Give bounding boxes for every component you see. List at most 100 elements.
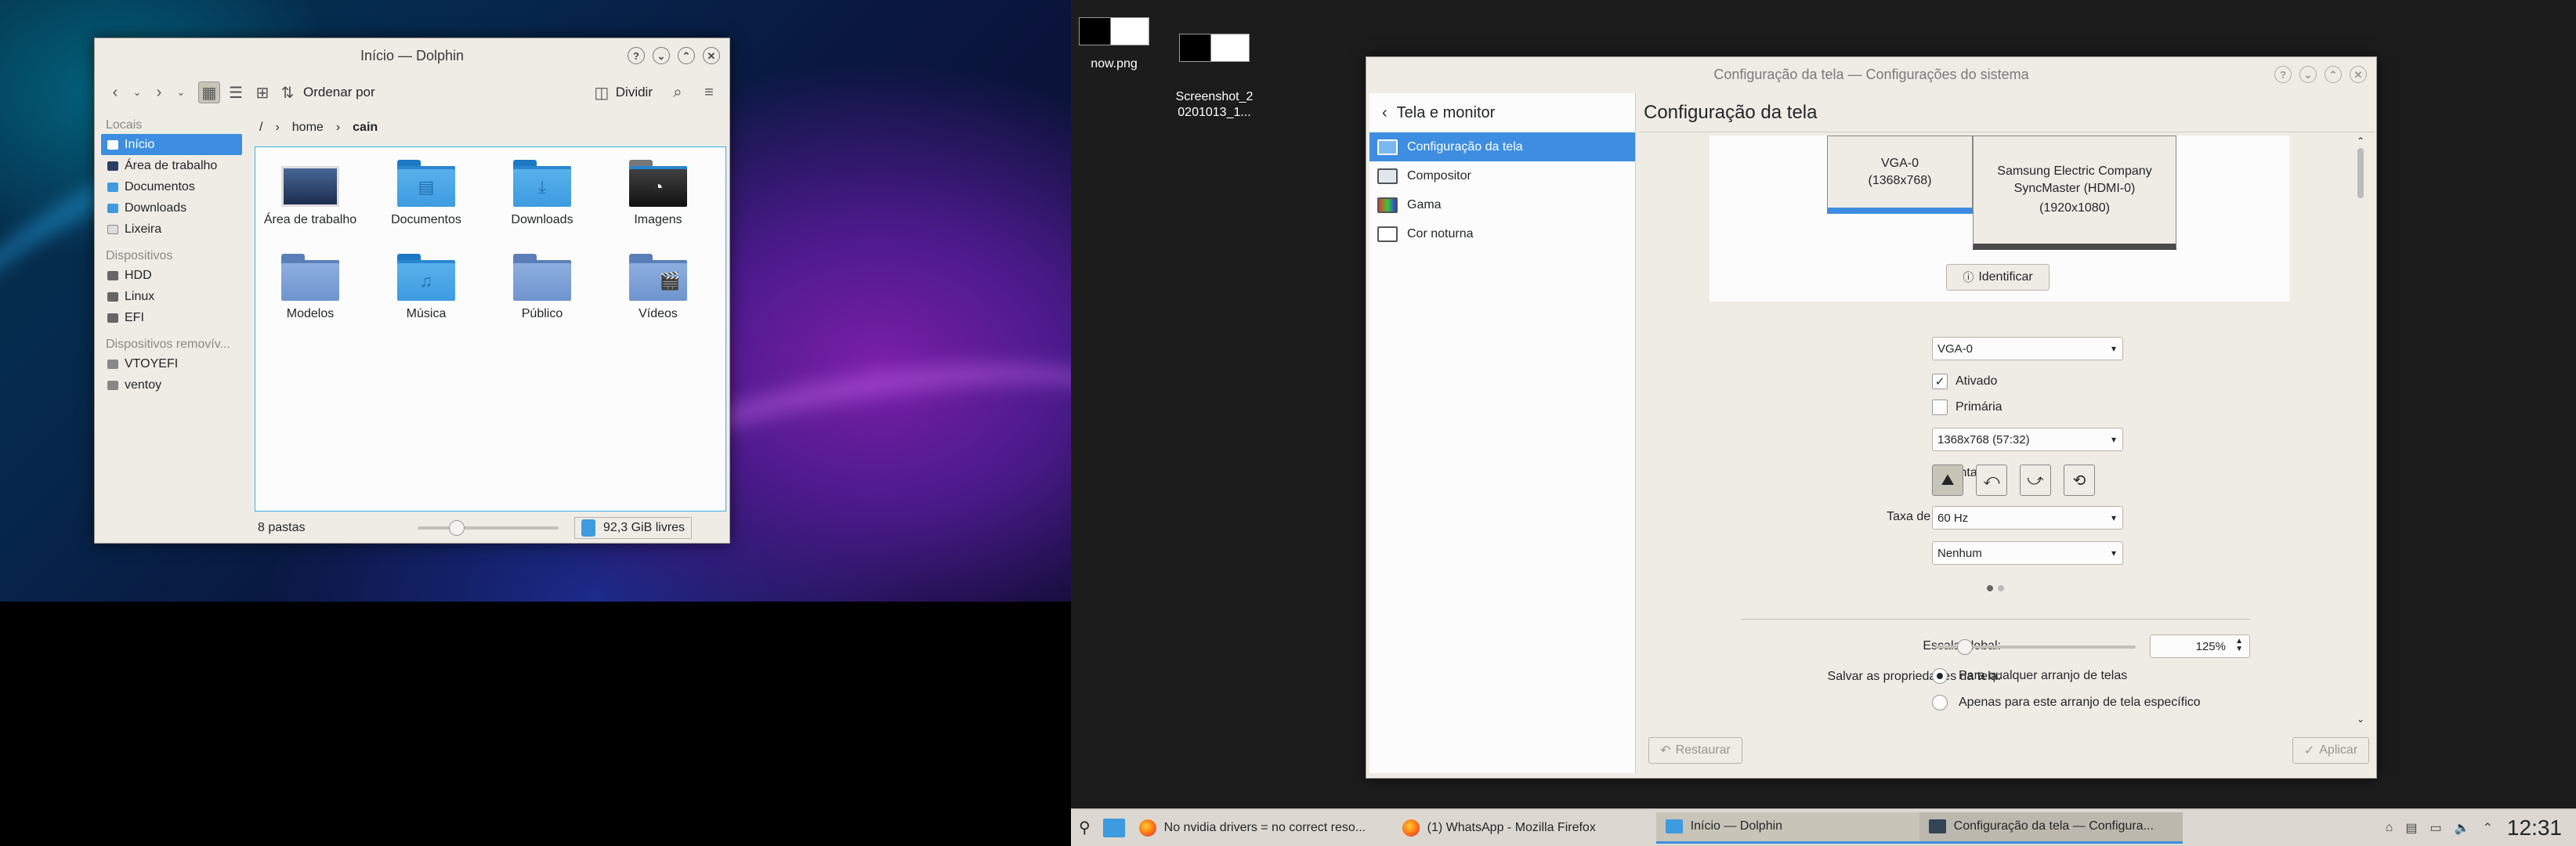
maximize-icon[interactable]: ⌃	[678, 47, 695, 64]
content-scrollbar[interactable]: ⌃ ⌄	[2355, 136, 2366, 725]
sidebar-item-compositor[interactable]: Compositor	[1369, 161, 1635, 190]
minimize-icon[interactable]: ⌄	[653, 47, 670, 64]
sidebar-item-vtoyefi[interactable]: VTOYEFI	[101, 353, 242, 374]
sidebar-item-desktop[interactable]: Área de trabalho	[101, 155, 242, 176]
sidebar-item-label: Compositor	[1407, 168, 1471, 183]
file-item-desktop[interactable]: Área de trabalho	[255, 160, 365, 227]
sidebar-item-trash[interactable]: Lixeira	[101, 219, 242, 240]
search-icon[interactable]: ⌕	[667, 81, 689, 103]
apply-button[interactable]: ✓ Aplicar	[2292, 737, 2369, 764]
help-icon[interactable]: ?	[2274, 66, 2292, 83]
save-option-specific[interactable]: Apenas para este arranjo de tela específ…	[1932, 695, 2201, 710]
sort-button[interactable]: Ordenar por	[303, 85, 375, 100]
sidebar-item-efi[interactable]: EFI	[101, 307, 242, 328]
tray-expand-icon[interactable]: ⌃	[2483, 820, 2493, 836]
task-settings[interactable]: Configuração da tela — Configura...	[1919, 812, 2183, 844]
breadcrumb-current[interactable]: cain	[353, 121, 378, 135]
split-icon[interactable]: ◫	[591, 81, 613, 103]
breadcrumb-root[interactable]: /	[259, 121, 262, 135]
upside-down-icon[interactable]: ⟲	[2064, 465, 2095, 496]
restore-button[interactable]: ↶ Restaurar	[1648, 737, 1742, 764]
refresh-combo[interactable]: 60 Hz ▾	[1932, 506, 2123, 530]
sidebar-item-hdd[interactable]: HDD	[101, 265, 242, 286]
spin-arrows-icon[interactable]: ▲ ▼	[2235, 638, 2243, 653]
details-view-icon[interactable]: ☰	[225, 81, 247, 103]
scale-slider[interactable]	[1935, 639, 2136, 655]
monitor-vga[interactable]: VGA-0 (1368x768)	[1827, 136, 1973, 214]
desktop-file-screenshot[interactable]: Screenshot_2 0201013_1...	[1171, 17, 1257, 138]
clock[interactable]: 12:31	[2502, 815, 2576, 841]
display-icon[interactable]: ▭	[2429, 820, 2441, 836]
app-launcher-icon[interactable]: ⚲	[1071, 812, 1098, 844]
folder-icon	[281, 254, 339, 301]
file-item-videos[interactable]: 🎬 Vídeos	[603, 254, 713, 321]
chevron-down-icon[interactable]: ⌄	[2355, 714, 2366, 725]
chevron-down-icon[interactable]: ⌄	[170, 81, 192, 103]
save-option-any[interactable]: Para qualquer arranjo de telas	[1932, 668, 2127, 684]
compact-view-icon[interactable]: ⊞	[251, 81, 273, 103]
free-space-label: 92,3 GiB livres	[603, 521, 686, 534]
documents-folder-icon: ▤	[397, 160, 455, 207]
sidebar-item-ventoy[interactable]: ventoy	[101, 374, 242, 396]
minimize-icon[interactable]: ⌄	[2299, 66, 2317, 83]
zoom-slider-handle[interactable]	[449, 520, 465, 536]
sidebar-item-night-color[interactable]: Cor noturna	[1369, 219, 1635, 248]
breadcrumb-home[interactable]: home	[292, 121, 324, 135]
menu-icon[interactable]: ≡	[698, 81, 720, 103]
file-item-public[interactable]: Público	[487, 254, 597, 321]
identify-button[interactable]: ⓘ Identificar	[1946, 264, 2050, 291]
forward-icon[interactable]: ›	[148, 81, 170, 103]
replica-combo[interactable]: Nenhum ▾	[1932, 541, 2123, 565]
volume-icon[interactable]: 🔈	[2455, 820, 2470, 836]
sort-icon[interactable]: ⇅	[277, 81, 298, 103]
enabled-checkbox[interactable]: ✓ Ativado	[1932, 374, 1997, 389]
checkbox-label: Primária	[1956, 400, 2003, 414]
dolphin-titlebar[interactable]: Início — Dolphin ? ⌄ ⌃ ✕	[95, 38, 729, 73]
scale-slider-handle[interactable]	[1957, 639, 1973, 655]
sidebar-item-home[interactable]: Início	[101, 134, 242, 155]
file-item-music[interactable]: ♫ Música	[371, 254, 481, 321]
clipboard-icon[interactable]: ▤	[2405, 820, 2417, 836]
sidebar-item-gamma[interactable]: Gama	[1369, 190, 1635, 219]
dot-icon[interactable]	[1987, 585, 1993, 591]
settings-titlebar[interactable]: Configuração da tela — Configurações do …	[1366, 57, 2376, 92]
chevron-down-icon[interactable]: ⌄	[126, 81, 148, 103]
screen-arrangement[interactable]: VGA-0 (1368x768) Samsung Electric Compan…	[1709, 136, 2289, 302]
chevron-up-icon[interactable]: ⌃	[2355, 136, 2366, 146]
file-item-documents[interactable]: ▤ Documentos	[371, 160, 481, 227]
desktop-file-now[interactable]: now.png	[1071, 17, 1157, 73]
monitor-hdmi[interactable]: Samsung Electric Company SyncMaster (HDM…	[1973, 136, 2176, 250]
resolution-combo[interactable]: 1368x768 (57:32) ▾	[1932, 428, 2123, 451]
file-item-downloads[interactable]: ⤓ Downloads	[487, 160, 597, 227]
file-item-images[interactable]: ◔ Imagens	[603, 160, 713, 227]
device-combo[interactable]: VGA-0 ▾	[1932, 337, 2123, 360]
icons-view-icon[interactable]: ▦	[198, 81, 220, 103]
task-firefox-whatsapp[interactable]: (1) WhatsApp - Mozilla Firefox	[1393, 812, 1656, 844]
sidebar-item-linux[interactable]: Linux	[101, 286, 242, 307]
dot-icon[interactable]	[1998, 585, 2004, 591]
close-icon[interactable]: ✕	[703, 47, 720, 64]
zoom-slider[interactable]	[418, 520, 559, 536]
primary-checkbox[interactable]: Primária	[1932, 400, 2003, 415]
help-icon[interactable]: ?	[628, 47, 645, 64]
notifications-icon[interactable]: ⌂	[2386, 821, 2393, 835]
file-view[interactable]: Área de trabalho ▤ Documentos ⤓ Download…	[255, 146, 726, 512]
back-icon[interactable]: ‹	[104, 81, 126, 103]
landscape-icon[interactable]: ⛰	[1932, 465, 1963, 496]
rotate-right-icon[interactable]: ⤻	[2020, 465, 2051, 496]
scale-spinbox[interactable]: 125% ▲ ▼	[2150, 634, 2250, 658]
scrollbar-thumb[interactable]	[2357, 148, 2364, 198]
task-dolphin[interactable]: Início — Dolphin	[1655, 812, 1919, 844]
sidebar-item-downloads[interactable]: Downloads	[101, 197, 242, 219]
sidebar-item-display-config[interactable]: Configuração da tela	[1369, 132, 1635, 161]
task-firefox-nvidia[interactable]: No nvidia drivers = no correct reso...	[1130, 812, 1393, 844]
close-icon[interactable]: ✕	[2350, 66, 2367, 83]
rotate-left-icon[interactable]: ⤺	[1976, 465, 2007, 496]
sidebar-item-documents[interactable]: Documentos	[101, 176, 242, 197]
file-item-templates[interactable]: Modelos	[255, 254, 365, 321]
gamma-icon	[1377, 197, 1398, 213]
maximize-icon[interactable]: ⌃	[2325, 66, 2342, 83]
split-button[interactable]: Dividir	[616, 85, 653, 100]
file-manager-launcher[interactable]	[1098, 812, 1130, 844]
back-button[interactable]: ‹ Tela e monitor	[1369, 93, 1635, 132]
